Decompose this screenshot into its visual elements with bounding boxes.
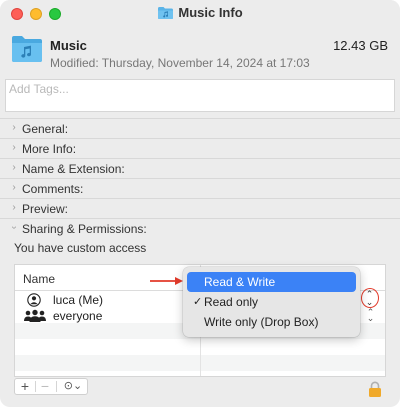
- chevron-right-icon[interactable]: ›: [9, 202, 19, 213]
- file-header: Music 12.43 GB Modified: Thursday, Novem…: [0, 30, 400, 80]
- checkmark-icon: ✓: [193, 296, 203, 308]
- privilege-stepper[interactable]: ⌃ ⌄: [366, 308, 375, 323]
- menu-item-write-only[interactable]: Write only (Drop Box): [187, 312, 356, 332]
- section-comments[interactable]: › Comments:: [0, 178, 400, 198]
- permissions-toolbar: + − ⊙⌄: [14, 378, 88, 395]
- section-general[interactable]: › General:: [0, 118, 400, 138]
- column-header-name[interactable]: Name: [23, 272, 55, 286]
- chevron-right-icon[interactable]: ›: [9, 122, 19, 133]
- section-label: General:: [22, 122, 69, 136]
- title-bar: Music Info: [0, 0, 400, 28]
- music-folder-icon: [157, 6, 174, 23]
- menu-item-read-only[interactable]: ✓ Read only: [187, 292, 356, 312]
- chevron-right-icon[interactable]: ›: [9, 142, 19, 153]
- section-label: Name & Extension:: [22, 162, 125, 176]
- modified-date: Modified: Thursday, November 14, 2024 at…: [50, 56, 310, 70]
- section-label: Preview:: [22, 202, 69, 216]
- section-more-info[interactable]: › More Info:: [0, 138, 400, 158]
- user-name: everyone: [53, 309, 103, 323]
- divider: [35, 381, 36, 392]
- window-title: Music Info: [0, 5, 400, 23]
- divider: [56, 381, 57, 392]
- section-label: Sharing & Permissions:: [22, 222, 147, 236]
- privilege-stepper-highlighted[interactable]: ⌃ ⌄: [361, 288, 379, 308]
- tags-input[interactable]: [6, 80, 394, 98]
- section-sharing-permissions[interactable]: › Sharing & Permissions:: [0, 218, 400, 238]
- section-name-extension[interactable]: › Name & Extension:: [0, 158, 400, 178]
- remove-user-button[interactable]: −: [37, 379, 53, 394]
- section-preview[interactable]: › Preview:: [0, 198, 400, 218]
- section-label: Comments:: [22, 182, 84, 196]
- window-title-text: Music Info: [178, 5, 243, 20]
- tags-field-container: [5, 79, 395, 112]
- menu-item-read-write[interactable]: Read & Write: [187, 272, 356, 292]
- lock-icon[interactable]: [368, 381, 382, 401]
- section-label: More Info:: [22, 142, 77, 156]
- music-folder-icon: [10, 34, 44, 67]
- info-window: Music Info Music 12.43 GB Modified: Thur…: [0, 0, 400, 407]
- add-user-button[interactable]: +: [17, 379, 33, 394]
- user-name: luca (Me): [53, 293, 104, 307]
- file-size: 12.43 GB: [333, 38, 388, 53]
- up-down-arrows-icon: ⌃ ⌄: [365, 289, 374, 307]
- access-note: You have custom access: [14, 241, 147, 255]
- privilege-menu: Read & Write ✓ Read only Write only (Dro…: [183, 267, 360, 337]
- chevron-right-icon[interactable]: ›: [9, 182, 19, 193]
- action-menu-button[interactable]: ⊙⌄: [59, 379, 87, 394]
- annotation-arrow-icon: [150, 275, 184, 289]
- chevron-down-icon[interactable]: ›: [9, 223, 20, 233]
- file-name: Music: [50, 38, 87, 53]
- group-icon: [23, 309, 47, 326]
- chevron-right-icon[interactable]: ›: [9, 162, 19, 173]
